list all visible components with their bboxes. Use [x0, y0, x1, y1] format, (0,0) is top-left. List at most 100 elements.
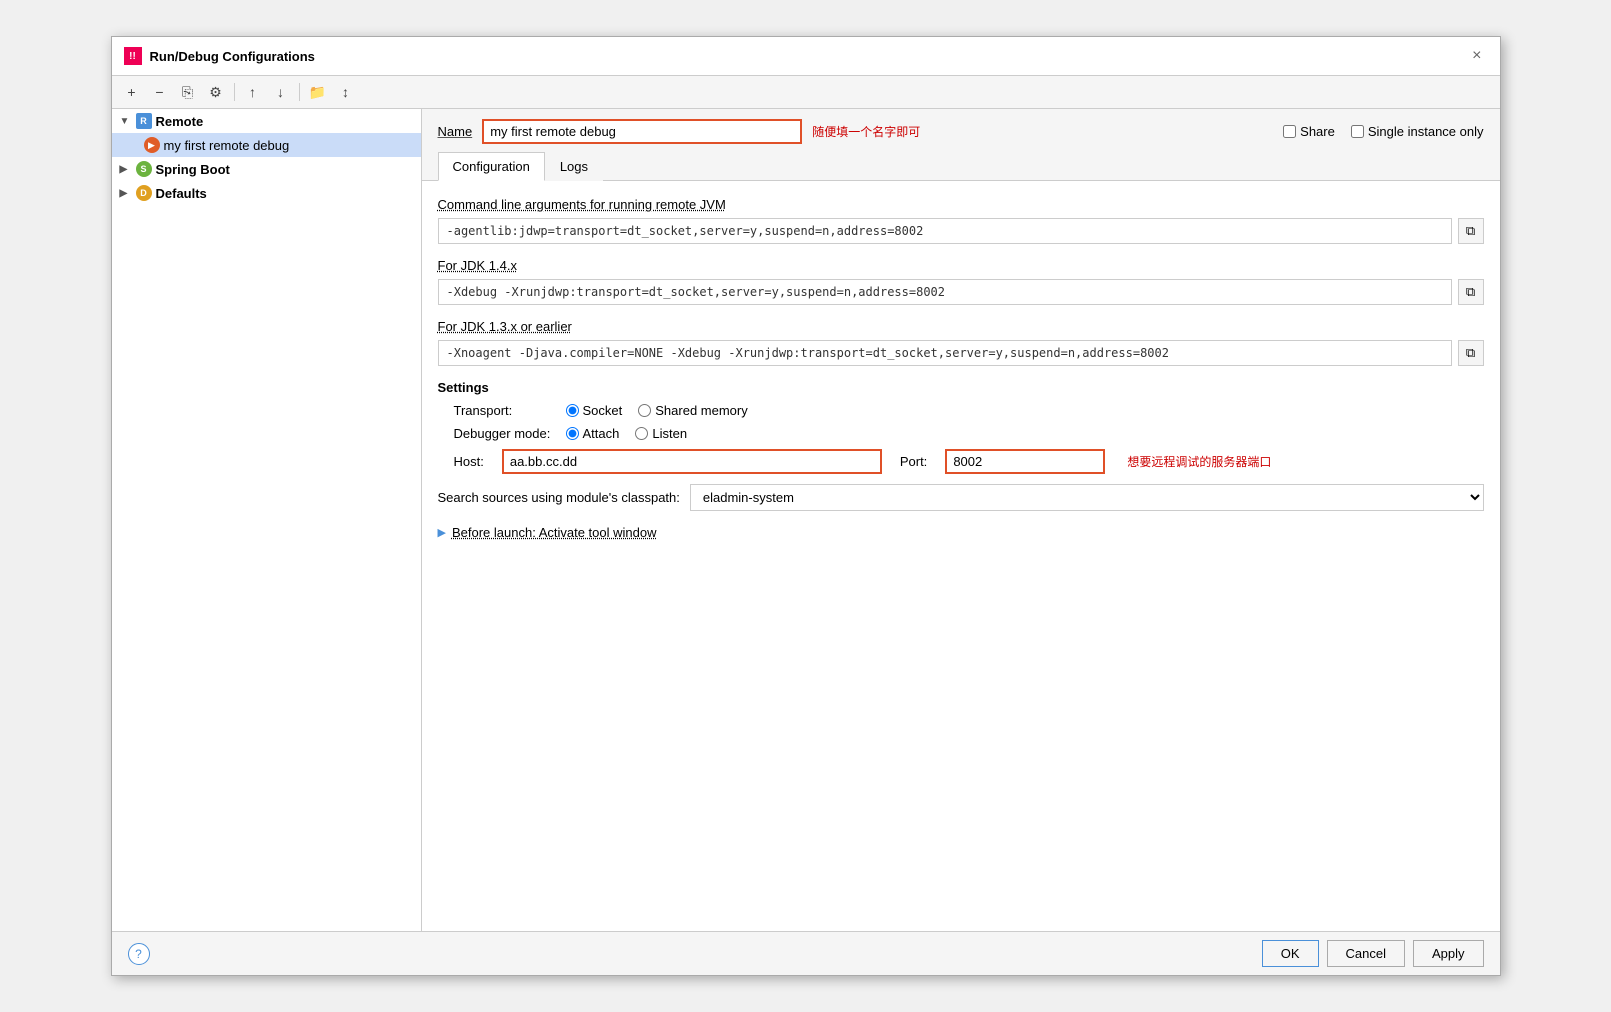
remote-label: Remote: [156, 114, 204, 129]
left-panel: ▼ R Remote ▶ my first remote debug ▶ S S…: [112, 109, 422, 931]
ok-button[interactable]: OK: [1262, 940, 1319, 967]
jdk13-code-row: -Xnoagent -Djava.compiler=NONE -Xdebug -…: [438, 340, 1484, 366]
transport-label: Transport:: [454, 403, 554, 418]
socket-label: Socket: [583, 403, 623, 418]
remote-item-label: my first remote debug: [164, 138, 290, 153]
cmd-code-row: -agentlib:jdwp=transport=dt_socket,serve…: [438, 218, 1484, 244]
name-hint: 随便填一个名字即可: [812, 123, 920, 140]
classpath-row: Search sources using module's classpath:…: [438, 484, 1484, 511]
debug-config-icon: ▶: [144, 137, 160, 153]
run-debug-dialog: !! Run/Debug Configurations × + − ⎘ ⚙ ↑ …: [111, 36, 1501, 976]
host-port-row: 想要远程调试的服务器ip Host: Port: 想要远程调试的服务器端口: [438, 449, 1484, 474]
spring-boot-expand-arrow: ▶: [120, 164, 132, 175]
tab-configuration[interactable]: Configuration: [438, 152, 545, 181]
cmd-code-box: -agentlib:jdwp=transport=dt_socket,serve…: [438, 218, 1452, 244]
sort-button[interactable]: ↕: [334, 80, 358, 104]
right-panel: Name 随便填一个名字即可 Share Single instance onl…: [422, 109, 1500, 931]
settings-title: Settings: [438, 380, 1484, 395]
name-label: Name: [438, 124, 473, 139]
title-bar: !! Run/Debug Configurations ×: [112, 37, 1500, 76]
move-down-button[interactable]: ↓: [269, 80, 293, 104]
host-input[interactable]: [502, 449, 882, 474]
debugger-mode-row: Debugger mode: Attach Listen: [438, 426, 1484, 441]
tree-remote-item[interactable]: ▶ my first remote debug: [112, 133, 421, 157]
settings-section: Settings Transport: Socket Shared memory: [438, 380, 1484, 540]
debugger-mode-label: Debugger mode:: [454, 426, 554, 441]
add-config-button[interactable]: +: [120, 80, 144, 104]
socket-radio-label[interactable]: Socket: [566, 403, 623, 418]
shared-memory-label: Shared memory: [655, 403, 747, 418]
name-input[interactable]: [482, 119, 802, 144]
before-launch-label: Before launch: Activate tool window: [452, 525, 657, 540]
jdk13-copy-button[interactable]: ⧉: [1458, 340, 1484, 366]
app-icon: !!: [124, 47, 142, 65]
classpath-label: Search sources using module's classpath:: [438, 490, 680, 505]
jdk14-code-box: -Xdebug -Xrunjdwp:transport=dt_socket,se…: [438, 279, 1452, 305]
jdk13-code-box: -Xnoagent -Djava.compiler=NONE -Xdebug -…: [438, 340, 1452, 366]
move-config-button[interactable]: ⚙: [204, 80, 228, 104]
toolbar-separator-2: [299, 83, 300, 101]
move-up-button[interactable]: ↑: [241, 80, 265, 104]
socket-radio[interactable]: [566, 404, 579, 417]
tabs: Configuration Logs: [422, 152, 1500, 181]
close-button[interactable]: ×: [1466, 45, 1487, 67]
tab-logs[interactable]: Logs: [545, 152, 603, 181]
jdk14-label: For JDK 1.4.x: [438, 258, 1484, 273]
remove-config-button[interactable]: −: [148, 80, 172, 104]
port-label: Port:: [900, 454, 927, 469]
share-checkbox[interactable]: [1283, 125, 1296, 138]
cmd-copy-button[interactable]: ⧉: [1458, 218, 1484, 244]
port-input[interactable]: [945, 449, 1105, 474]
main-content: ▼ R Remote ▶ my first remote debug ▶ S S…: [112, 109, 1500, 931]
cancel-button[interactable]: Cancel: [1327, 940, 1405, 967]
port-annotation: 想要远程调试的服务器端口: [1127, 453, 1271, 470]
checkbox-group: Share Single instance only: [1283, 124, 1483, 139]
transport-radio-group: Socket Shared memory: [566, 403, 748, 418]
tree-remote-section[interactable]: ▼ R Remote: [112, 109, 421, 133]
cmd-section-label: Command line arguments for running remot…: [438, 197, 1484, 212]
jdk14-code-row: -Xdebug -Xrunjdwp:transport=dt_socket,se…: [438, 279, 1484, 305]
share-checkbox-label[interactable]: Share: [1283, 124, 1335, 139]
defaults-expand-arrow: ▶: [120, 188, 132, 199]
copy-config-button[interactable]: ⎘: [176, 80, 200, 104]
tree-defaults-section[interactable]: ▶ D Defaults: [112, 181, 421, 205]
listen-radio-label[interactable]: Listen: [635, 426, 687, 441]
spring-boot-label: Spring Boot: [156, 162, 230, 177]
toolbar: + − ⎘ ⚙ ↑ ↓ 📁 ↕: [112, 76, 1500, 109]
shared-memory-radio[interactable]: [638, 404, 651, 417]
defaults-icon: D: [136, 185, 152, 201]
remote-icon: R: [136, 113, 152, 129]
share-label: Share: [1300, 124, 1335, 139]
title-bar-left: !! Run/Debug Configurations: [124, 47, 315, 65]
spring-boot-icon: S: [136, 161, 152, 177]
host-label: Host:: [454, 454, 484, 469]
debugger-mode-radio-group: Attach Listen: [566, 426, 688, 441]
folder-button[interactable]: 📁: [306, 80, 330, 104]
apply-button[interactable]: Apply: [1413, 940, 1484, 967]
bottom-bar: ? OK Cancel Apply: [112, 931, 1500, 975]
tree-spring-boot-section[interactable]: ▶ S Spring Boot: [112, 157, 421, 181]
listen-label: Listen: [652, 426, 687, 441]
transport-row: Transport: Socket Shared memory: [438, 403, 1484, 418]
jdk14-copy-button[interactable]: ⧉: [1458, 279, 1484, 305]
single-instance-checkbox[interactable]: [1351, 125, 1364, 138]
jdk13-label: For JDK 1.3.x or earlier: [438, 319, 1484, 334]
before-launch-arrow: ▶: [438, 526, 446, 539]
before-launch-section[interactable]: ▶ Before launch: Activate tool window: [438, 525, 1484, 540]
defaults-label: Defaults: [156, 186, 207, 201]
name-row: Name 随便填一个名字即可 Share Single instance onl…: [422, 109, 1500, 152]
attach-label: Attach: [583, 426, 620, 441]
toolbar-separator-1: [234, 83, 235, 101]
shared-memory-radio-label[interactable]: Shared memory: [638, 403, 747, 418]
config-area: Command line arguments for running remot…: [422, 181, 1500, 931]
classpath-select[interactable]: eladmin-system: [690, 484, 1484, 511]
dialog-title: Run/Debug Configurations: [150, 49, 315, 64]
single-instance-label: Single instance only: [1368, 124, 1484, 139]
listen-radio[interactable]: [635, 427, 648, 440]
action-buttons: OK Cancel Apply: [1262, 940, 1484, 967]
remote-collapse-arrow: ▼: [120, 116, 132, 127]
single-instance-checkbox-label[interactable]: Single instance only: [1351, 124, 1484, 139]
help-button[interactable]: ?: [128, 943, 150, 965]
attach-radio-label[interactable]: Attach: [566, 426, 620, 441]
attach-radio[interactable]: [566, 427, 579, 440]
